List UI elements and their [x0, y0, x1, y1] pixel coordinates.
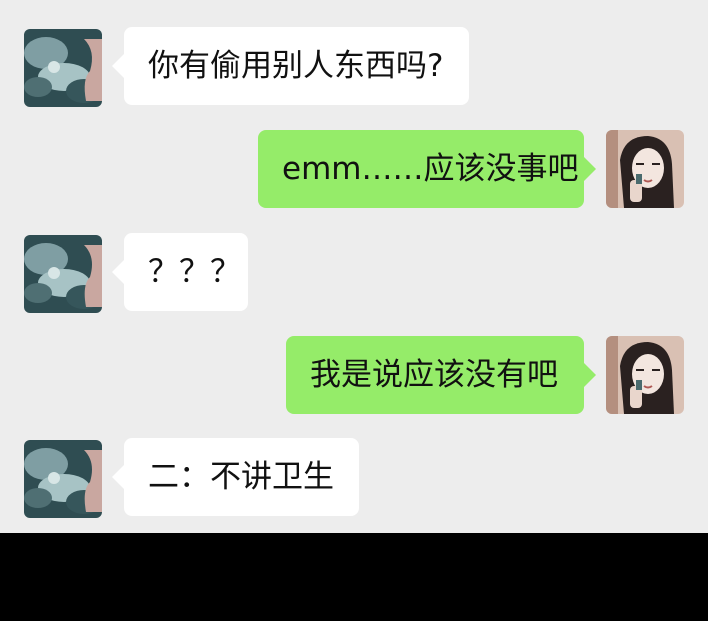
message-bubble-outgoing[interactable]: emm……应该没事吧	[258, 130, 596, 208]
friend-avatar-image	[24, 29, 102, 107]
friend-avatar[interactable]	[24, 235, 102, 313]
bubble-tail	[584, 157, 596, 181]
message-bubble-incoming[interactable]: 你有偷用别人东西吗?	[112, 27, 469, 105]
bubble-tail	[112, 260, 124, 284]
chat-area[interactable]: 你有偷用别人东西吗? emm……应该没事吧 ？？？ 我是说应该没有吧 二：不讲卫…	[0, 0, 708, 533]
friend-avatar-image	[24, 235, 102, 313]
self-avatar-image	[606, 336, 684, 414]
bottom-black-bar	[0, 533, 708, 621]
friend-avatar-image	[24, 440, 102, 518]
bubble-tail	[112, 54, 124, 78]
message-bubble-incoming[interactable]: ？？？	[112, 233, 248, 311]
self-avatar[interactable]	[606, 336, 684, 414]
message-text: 二：不讲卫生	[148, 459, 334, 495]
friend-avatar[interactable]	[24, 440, 102, 518]
self-avatar[interactable]	[606, 130, 684, 208]
bubble-tail	[584, 363, 596, 387]
message-text: ？？？	[148, 254, 241, 290]
message-text: emm……应该没事吧	[282, 151, 579, 187]
bubble-tail	[112, 465, 124, 489]
friend-avatar[interactable]	[24, 29, 102, 107]
message-bubble-outgoing[interactable]: 我是说应该没有吧	[286, 336, 596, 414]
message-text: 我是说应该没有吧	[310, 357, 558, 393]
message-bubble-incoming[interactable]: 二：不讲卫生	[112, 438, 359, 516]
message-text: 你有偷用别人东西吗?	[148, 48, 444, 84]
self-avatar-image	[606, 130, 684, 208]
